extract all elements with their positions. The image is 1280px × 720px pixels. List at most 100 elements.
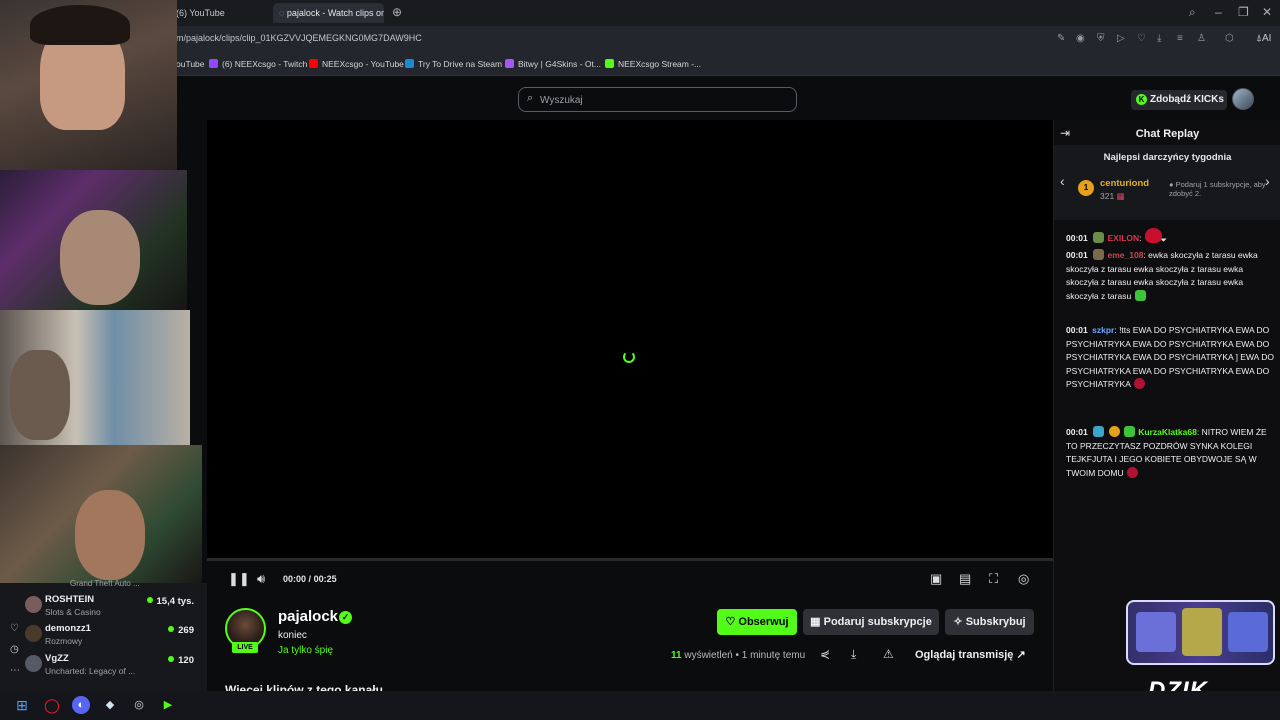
webcam-1 [0, 0, 177, 170]
pause-button[interactable]: ❚❚ [228, 571, 250, 587]
viewer-count: 15,4 tys. [147, 596, 195, 607]
search-box[interactable]: ⌕ [518, 87, 797, 112]
volume-button[interactable]: 🔊︎ [257, 571, 265, 587]
search-input[interactable] [540, 91, 790, 109]
download-icon[interactable]: ⤓ [1157, 33, 1161, 44]
ai-button[interactable]: ⍋AI [1256, 33, 1271, 44]
message-username[interactable]: eme_108 [1108, 250, 1144, 260]
donors-heading: Najlepsi darczyńcy tygodnia [1103, 152, 1232, 163]
history-icon[interactable]: ◷ [10, 644, 19, 655]
emote-icon [1144, 228, 1162, 243]
more-clips-heading: Więcej klipów z tego kanału [225, 683, 383, 691]
sidebar-item-demonzz1[interactable]: demonzz1 Rozmowy 269 [25, 623, 200, 646]
watch-stream-label: Oglądaj transmisję [915, 649, 1014, 661]
promo-overlay [1126, 600, 1275, 665]
view-stats: 11 wyświetleń • 1 minutę temu [671, 650, 805, 661]
bookmark-twitch[interactable]: (6) NEEXcsgo - Twitch [209, 59, 307, 69]
opera-icon[interactable]: ◯ [43, 696, 61, 714]
download-icon[interactable]: ⤓ [851, 647, 856, 662]
profile-icon[interactable]: ♙ [1197, 33, 1206, 44]
time-total: 00:25 [313, 574, 337, 584]
tab-label: (6) YouTube [176, 8, 225, 18]
bookmark-steam[interactable]: Try To Drive na Steam [405, 59, 502, 69]
time-current: 00:00 [283, 574, 307, 584]
more-icon[interactable]: ⋯ [10, 665, 20, 676]
clip-category[interactable]: Ja tylko śpię [278, 645, 333, 656]
bookmark-label: NEEXcsgo - YouTube [322, 59, 404, 69]
gift-subs-button[interactable]: ▦ Podaruj subskrypcje [803, 609, 939, 635]
watch-stream-link[interactable]: Oglądaj transmisję ↗ [915, 648, 1026, 661]
message-username[interactable]: KurzaKlatka68 [1138, 427, 1197, 437]
avatar [25, 625, 42, 642]
chevron-left-icon[interactable]: ‹ [1060, 173, 1065, 189]
fullscreen-button[interactable]: ⛶ [989, 571, 998, 587]
sidebar-item-vgzz[interactable]: VgZZ Uncharted: Legacy of ... 120 [25, 653, 200, 676]
message-username[interactable]: EXILON [1108, 233, 1140, 243]
theater-mode-button[interactable]: ▤ [959, 571, 971, 587]
edit-icon[interactable]: ✎ [1057, 33, 1065, 44]
steam-icon[interactable]: ◆ [101, 696, 119, 714]
donor-name[interactable]: centuriond [1100, 178, 1149, 189]
video-player[interactable] [207, 120, 1053, 561]
chat-message: 00:01 szkpr: !tts EWA DO PSYCHIATRYKA EW… [1066, 324, 1276, 392]
badge-icon [1093, 249, 1105, 260]
extensions-icon[interactable]: ⬡ [1225, 33, 1234, 44]
kick-app-icon[interactable]: ▶ [159, 696, 177, 714]
pip-button[interactable]: ▣ [930, 571, 942, 587]
heart-icon[interactable]: ♡ [1137, 33, 1146, 44]
youtube-icon [309, 59, 318, 68]
menu-icon[interactable]: ≡ [1177, 33, 1183, 44]
close-icon[interactable]: ✕ [1262, 5, 1272, 19]
avatar [25, 596, 42, 613]
time-separator: / [308, 574, 312, 584]
discord-icon[interactable]: ◐ [72, 696, 90, 714]
play-icon[interactable]: ▷ [1117, 33, 1125, 44]
maximize-icon[interactable]: ❐ [1238, 5, 1249, 19]
windows-start-icon[interactable]: ⊞ [13, 696, 31, 714]
minimize-icon[interactable]: – [1215, 5, 1222, 19]
camera-icon[interactable]: ◉ [1076, 33, 1085, 44]
progress-bar[interactable] [207, 558, 1053, 561]
report-icon[interactable]: ⚠ [883, 647, 894, 661]
bookmark-label: Bitwy | G4Skins - Ot... [518, 59, 601, 69]
share-icon[interactable]: ⋞ [820, 647, 830, 661]
sidebar-item-category: Slots & Casino [45, 607, 101, 617]
external-link-icon: ↗ [1016, 649, 1026, 661]
subscribe-button[interactable]: ✧ Subskrybuj [945, 609, 1034, 635]
bookmark-kick[interactable]: NEEXcsgo Stream -... [605, 59, 701, 69]
message-time: 00:01 [1066, 250, 1088, 260]
message-time: 00:01 [1066, 427, 1088, 437]
address-bar: m/pajalock/clips/clip_01KGZVVJQEMEGKNG0M… [0, 26, 1280, 54]
search-tabs-icon[interactable]: ⌕ [1189, 5, 1196, 20]
badge-icon [1093, 426, 1105, 437]
loading-icon: ◌ [279, 8, 287, 18]
person-face [60, 210, 140, 305]
message-time: 00:01 [1066, 233, 1088, 243]
emote-icon [1126, 466, 1138, 478]
bookmark-label: Try To Drive na Steam [418, 59, 503, 69]
user-avatar[interactable] [1232, 88, 1254, 110]
channel-name[interactable]: pajalock [278, 608, 338, 625]
bookmark-label: ouTube [176, 59, 205, 69]
follow-button[interactable]: ♡ Obserwuj [717, 609, 797, 635]
heart-icon[interactable]: ♡ [10, 623, 19, 634]
chevron-right-icon[interactable]: › [1265, 173, 1270, 189]
badge-icon [1108, 426, 1120, 437]
sidebar-item-roshtein[interactable]: ROSHTEIN Slots & Casino 15,4 tys. [25, 594, 200, 617]
message-username[interactable]: szkpr [1092, 325, 1114, 335]
bookmark-youtube[interactable]: ouTube [176, 59, 205, 69]
settings-button[interactable]: ◎ [1018, 571, 1029, 587]
obs-icon[interactable]: ◎ [130, 696, 148, 714]
get-kicks-button[interactable]: K Zdobądź KICKs [1131, 90, 1227, 110]
tab-kick-clip[interactable]: ◌ pajalock - Watch clips on [273, 3, 384, 23]
bookmark-youtube-channel[interactable]: NEEXcsgo - YouTube [309, 59, 404, 69]
time-ago: • 1 minutę temu [735, 650, 806, 661]
bookmark-g4skins[interactable]: Bitwy | G4Skins - Ot... [505, 59, 601, 69]
chat-title: Chat Replay [1135, 128, 1200, 140]
tab-youtube[interactable]: (6) YouTube [170, 3, 270, 23]
emote-icon [1134, 289, 1146, 301]
shield-icon[interactable]: ⛨ [1097, 33, 1105, 44]
new-tab-icon[interactable]: ⊕ [392, 5, 402, 19]
url-field[interactable]: m/pajalock/clips/clip_01KGZVVJQEMEGKNG0M… [176, 33, 422, 43]
live-badge: LIVE [232, 642, 258, 653]
